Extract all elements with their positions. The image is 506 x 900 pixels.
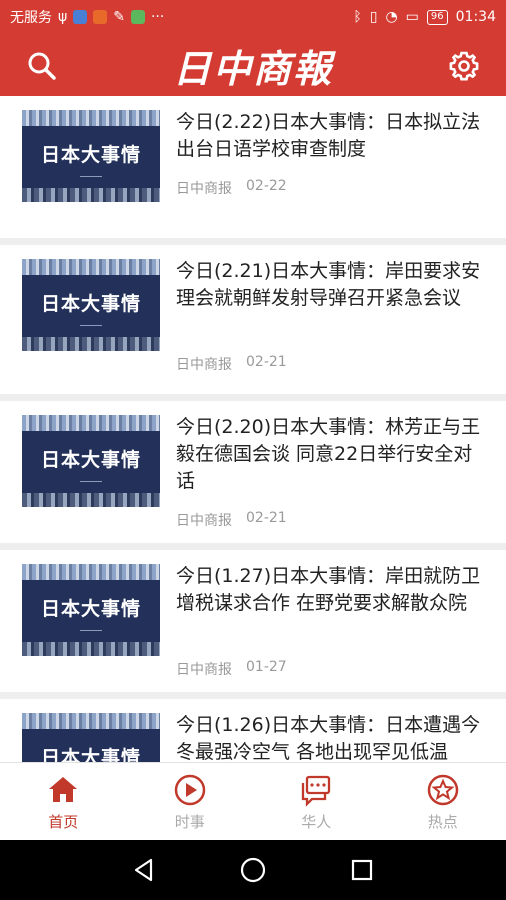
thumbnail-caption: 日本大事情	[40, 598, 141, 620]
bluetooth-icon: ᛒ	[353, 9, 362, 25]
settings-button[interactable]	[448, 50, 480, 82]
star-circle-icon	[427, 774, 458, 806]
article-thumbnail: 日本大事情	[22, 259, 160, 351]
thumbnail-caption: 日本大事情	[40, 747, 141, 762]
home-circle-icon[interactable]	[239, 856, 267, 884]
app-notification-icon	[93, 10, 108, 24]
nav-label: 时事	[174, 813, 205, 831]
thumbnail-caption: 日本大事情	[40, 144, 141, 166]
recents-icon[interactable]	[348, 856, 376, 884]
nav-chinese[interactable]: 华人	[253, 763, 380, 840]
sim-icon: ▭	[405, 9, 419, 25]
article-title: 今日(2.21)日本大事情：岸田要求安理会就朝鲜发射导弹召开紧急会议	[176, 260, 481, 309]
article-thumbnail: 日本大事情	[22, 415, 160, 507]
play-circle-icon	[174, 774, 205, 806]
status-bar: 无服务 ψ ✎ ··· ᛒ ▯ ◔ ▭ 96 01:34	[0, 0, 506, 34]
article-meta: 日中商报 02-21	[176, 354, 287, 374]
article-item[interactable]: 日本大事情 今日(2.21)日本大事情：岸田要求安理会就朝鲜发射导弹召开紧急会议…	[0, 245, 506, 394]
article-source: 日中商报	[176, 357, 232, 373]
article-date: 01-27	[246, 659, 287, 675]
search-button[interactable]	[26, 50, 58, 82]
back-icon[interactable]	[130, 856, 158, 884]
article-feed[interactable]: 日本大事情 今日(2.22)日本大事情：日本拟立法出台日语学校审查制度 日中商报…	[0, 96, 506, 762]
nav-label: 热点	[427, 813, 458, 831]
clock-text: 01:34	[455, 9, 496, 25]
article-item[interactable]: 日本大事情 今日(2.22)日本大事情：日本拟立法出台日语学校审查制度 日中商报…	[0, 96, 506, 238]
battery-icon: 96	[426, 9, 448, 25]
article-item[interactable]: 日本大事情 今日(1.27)日本大事情：岸田就防卫增税谋求合作 在野党要求解散众…	[0, 550, 506, 692]
article-item[interactable]: 日本大事情 今日(2.20)日本大事情：林芳正与王毅在德国会谈 同意22日举行安…	[0, 401, 506, 543]
nav-label: 首页	[48, 813, 79, 831]
nav-hot[interactable]: 热点	[380, 763, 506, 840]
app-title: 日中商報	[172, 45, 333, 91]
article-meta: 日中商报 02-21	[176, 510, 287, 530]
app-notification-icon	[73, 10, 88, 24]
bottom-navigation: 首页 时事 华人 热点	[0, 762, 506, 840]
article-item[interactable]: 日本大事情 今日(1.26)日本大事情：日本遭遇今冬最强冷空气 各地出现罕见低温	[0, 699, 506, 762]
usb-icon: ψ	[58, 9, 68, 25]
article-date: 02-21	[246, 354, 287, 370]
header: 无服务 ψ ✎ ··· ᛒ ▯ ◔ ▭ 96 01:34 日中商報	[0, 0, 506, 96]
article-title: 今日(2.20)日本大事情：林芳正与王毅在德国会谈 同意22日举行安全对话	[176, 416, 481, 492]
vibrate-icon: ▯	[369, 9, 378, 25]
article-thumbnail: 日本大事情	[22, 110, 160, 202]
article-source: 日中商报	[176, 181, 232, 197]
wifi-icon: ◔	[385, 9, 398, 25]
more-notifications-icon: ···	[150, 9, 165, 25]
article-meta: 日中商报 01-27	[176, 659, 287, 679]
wrench-icon: ✎	[113, 9, 125, 25]
article-date: 02-22	[246, 178, 287, 194]
chat-icon	[302, 775, 331, 807]
article-source: 日中商报	[176, 513, 232, 529]
system-navigation-bar	[0, 840, 506, 900]
carrier-text: 无服务	[10, 10, 52, 26]
search-icon	[28, 52, 56, 80]
app-bar: 日中商報	[0, 34, 506, 96]
nav-home[interactable]: 首页	[0, 763, 127, 840]
article-title: 今日(1.26)日本大事情：日本遭遇今冬最强冷空气 各地出现罕见低温	[176, 714, 481, 762]
nav-news[interactable]: 时事	[127, 763, 254, 840]
article-meta: 日中商报 02-22	[176, 178, 287, 198]
nav-label: 华人	[301, 813, 332, 831]
article-source: 日中商报	[176, 662, 232, 678]
article-thumbnail: 日本大事情	[22, 713, 160, 762]
home-icon	[49, 777, 78, 802]
app-notification-icon	[130, 10, 145, 24]
gear-icon	[449, 51, 479, 81]
thumbnail-caption: 日本大事情	[40, 293, 141, 315]
article-title: 今日(1.27)日本大事情：岸田就防卫增税谋求合作 在野党要求解散众院	[176, 565, 481, 614]
article-thumbnail: 日本大事情	[22, 564, 160, 656]
thumbnail-caption: 日本大事情	[40, 449, 141, 471]
article-title: 今日(2.22)日本大事情：日本拟立法出台日语学校审查制度	[176, 111, 481, 160]
article-date: 02-21	[246, 510, 287, 526]
